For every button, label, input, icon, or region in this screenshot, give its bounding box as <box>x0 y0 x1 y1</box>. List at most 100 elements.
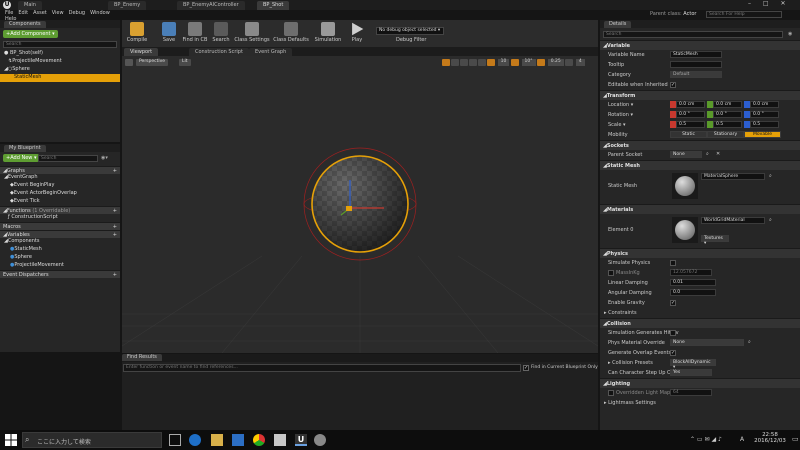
maximize-button[interactable]: □ <box>763 0 769 7</box>
section-sockets[interactable]: ◢Sockets <box>600 140 800 150</box>
event-graph-item[interactable]: ◢EventGraph <box>0 174 120 182</box>
scale-z[interactable]: 0.5 <box>750 121 779 128</box>
grid-snap-icon[interactable] <box>487 59 495 66</box>
minimize-button[interactable]: – <box>748 0 751 7</box>
socket-clear-icon[interactable]: ✕ <box>716 151 720 157</box>
lightmass-row[interactable]: ▸ Lightmass Settings <box>600 398 800 408</box>
unreal-launcher-icon[interactable] <box>314 434 326 446</box>
section-lighting[interactable]: ◢Lighting <box>600 378 800 388</box>
linear-damping-field[interactable]: 0.01 <box>670 279 716 286</box>
component-static-mesh[interactable]: StaticMesh <box>0 74 120 82</box>
tab-bp-enemy[interactable]: BP_Enemy <box>108 1 147 10</box>
app-icon[interactable] <box>274 434 286 446</box>
location-z[interactable]: 0.0 cm <box>750 101 779 108</box>
rotation-snap-icon[interactable] <box>510 59 519 66</box>
graphs-section[interactable]: ◢Graphs + <box>0 166 120 174</box>
tab-main[interactable]: Main <box>18 1 42 10</box>
phys-material-field[interactable]: None <box>670 339 744 346</box>
gizmo-center[interactable] <box>346 206 352 211</box>
event-begin-play-item[interactable]: ◆Event BeginPlay <box>0 182 120 190</box>
debug-object-select[interactable]: No debug object selected ▾ <box>376 27 444 35</box>
details-tab[interactable]: Details <box>604 21 632 28</box>
viewport-options-icon[interactable] <box>125 59 134 68</box>
taskbar-search-box[interactable]: ここに入力して検索 <box>22 432 162 448</box>
chrome-icon[interactable] <box>253 434 265 446</box>
details-eye-icon[interactable]: ◉ <box>788 31 792 37</box>
step-up-dropdown[interactable]: Yes <box>670 369 712 376</box>
class-settings-button[interactable]: Class Settings <box>234 20 270 47</box>
scale-icon[interactable] <box>460 59 468 66</box>
blueprint-search-input[interactable]: Search <box>38 155 98 162</box>
socket-search-icon[interactable]: ⌕ <box>706 151 709 157</box>
material-browse-icon[interactable]: ⌕ <box>769 217 772 223</box>
edge-icon[interactable] <box>189 434 201 446</box>
overlap-checkbox[interactable]: ✓ <box>670 350 676 356</box>
var-static-mesh[interactable]: ●StaticMesh <box>0 246 120 254</box>
tooltip-field[interactable] <box>670 61 722 68</box>
add-macro-icon[interactable]: + <box>113 224 117 230</box>
windows-start-icon[interactable] <box>5 434 17 446</box>
material-thumbnail[interactable] <box>672 217 698 243</box>
static-mesh-thumbnail[interactable] <box>672 173 698 199</box>
add-component-button[interactable]: +Add Component ▾ <box>3 30 58 38</box>
rotation-x[interactable]: 0.0 ° <box>676 111 705 118</box>
find-results-tab[interactable]: Find Results <box>122 354 162 361</box>
enable-gravity-checkbox[interactable]: ✓ <box>670 300 676 306</box>
camera-speed-value[interactable]: 4 <box>575 59 585 66</box>
add-dispatcher-icon[interactable]: + <box>113 272 117 278</box>
clock[interactable]: 22:58 2016/12/03 <box>752 432 788 444</box>
world-local-icon[interactable] <box>469 59 477 66</box>
section-variable[interactable]: ◢Variable <box>600 40 800 50</box>
details-search-input[interactable]: Search <box>603 31 783 38</box>
var-projectile[interactable]: ●ProjectileMovement <box>0 262 120 270</box>
perspective-button[interactable]: Perspective <box>136 59 169 66</box>
add-variable-icon[interactable]: + <box>113 232 117 238</box>
textures-dropdown[interactable]: Textures ▾ <box>701 235 729 246</box>
static-mesh-value[interactable]: MaterialSphere <box>701 173 765 180</box>
eye-icon[interactable]: ◉▾ <box>101 155 108 161</box>
functions-section[interactable]: ◢Functions (1 Overridable) + <box>0 206 120 214</box>
camera-speed-icon[interactable] <box>565 59 574 66</box>
menu-asset[interactable]: Asset <box>33 10 47 16</box>
ime-indicator[interactable]: A <box>740 436 744 443</box>
event-overlap-item[interactable]: ◆Event ActorBeginOverlap <box>0 190 120 198</box>
scale-x[interactable]: 0.5 <box>676 121 705 128</box>
close-button[interactable]: ✕ <box>781 0 786 7</box>
construction-script-item[interactable]: ƒ ConstructionScript <box>0 214 120 222</box>
tab-construction-script[interactable]: Construction Script <box>189 48 249 56</box>
mass-checkbox[interactable] <box>608 270 614 276</box>
simulate-physics-checkbox[interactable] <box>670 260 676 266</box>
add-new-button[interactable]: +Add New ▾ <box>3 154 40 162</box>
collision-presets-dropdown[interactable]: BlockAllDynamic ▾ <box>670 359 716 370</box>
mobility-static[interactable]: Static <box>670 131 707 138</box>
tab-viewport[interactable]: Viewport <box>124 48 159 56</box>
phys-material-browse-icon[interactable]: ⌕ <box>748 339 751 345</box>
store-icon[interactable] <box>232 434 244 446</box>
parent-socket-field[interactable]: None <box>670 151 702 158</box>
override-lightmap-checkbox[interactable] <box>608 390 614 396</box>
section-materials[interactable]: ◢Materials <box>600 204 800 214</box>
play-button[interactable]: Play <box>344 20 370 47</box>
components-category[interactable]: ◢Components <box>0 238 120 246</box>
menu-debug[interactable]: Debug <box>69 10 85 16</box>
rotate-icon[interactable] <box>451 59 459 66</box>
location-x[interactable]: 0.0 cm <box>676 101 705 108</box>
override-lightmap-field[interactable]: 64 <box>670 389 712 396</box>
location-y[interactable]: 0.0 cm <box>713 101 742 108</box>
lit-button[interactable]: Lit <box>179 59 191 66</box>
search-button[interactable]: Search <box>206 20 236 47</box>
angular-damping-field[interactable]: 0.0 <box>670 289 716 296</box>
menu-view[interactable]: View <box>52 10 64 16</box>
rotation-snap-value[interactable]: 10° <box>521 59 536 66</box>
var-sphere[interactable]: ●Sphere <box>0 254 120 262</box>
menu-window[interactable]: Window <box>90 10 110 16</box>
compile-button[interactable]: Compile <box>122 20 152 47</box>
components-search-input[interactable]: Search <box>3 41 117 48</box>
mobility-stationary[interactable]: Stationary <box>707 131 744 138</box>
constraints-row[interactable]: ▸ Constraints <box>600 308 800 318</box>
add-function-icon[interactable]: + <box>113 208 117 214</box>
dispatchers-section[interactable]: Event Dispatchers + <box>0 270 120 278</box>
surface-snap-icon[interactable] <box>478 59 486 66</box>
simulation-button[interactable]: Simulation <box>312 20 344 47</box>
scale-snap-icon[interactable] <box>537 59 546 66</box>
